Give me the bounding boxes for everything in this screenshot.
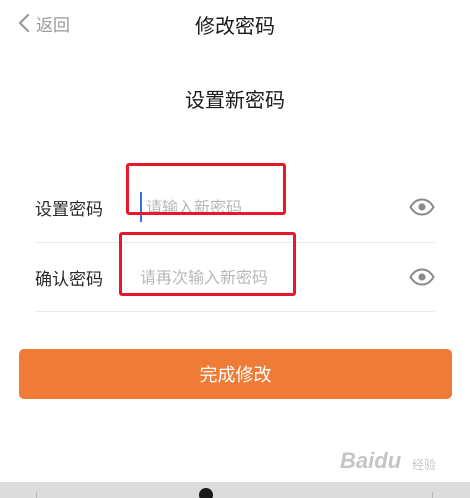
watermark-paw: du bbox=[374, 448, 402, 473]
eye-icon[interactable] bbox=[409, 198, 435, 216]
confirm-password-row: 确认密码 bbox=[35, 242, 435, 312]
bottom-tick bbox=[36, 492, 37, 498]
bottom-tick bbox=[432, 492, 433, 498]
system-bottom-bar bbox=[0, 482, 470, 498]
home-indicator[interactable] bbox=[199, 488, 213, 498]
confirm-password-label: 确认密码 bbox=[35, 269, 103, 290]
new-password-label: 设置密码 bbox=[35, 199, 103, 220]
watermark-sub: 经验 bbox=[412, 458, 437, 472]
watermark-logo: Baidu bbox=[340, 448, 401, 474]
complete-change-button[interactable]: 完成修改 bbox=[19, 349, 452, 399]
new-password-input[interactable] bbox=[140, 192, 409, 222]
section-heading: 设置新密码 bbox=[185, 88, 285, 112]
nav-bar: 返回 修改密码 bbox=[0, 0, 470, 46]
page-title: 修改密码 bbox=[195, 14, 275, 38]
watermark-text: Bai bbox=[340, 448, 375, 473]
eye-icon[interactable] bbox=[409, 268, 435, 286]
new-password-row: 设置密码 bbox=[35, 172, 435, 242]
confirm-password-input[interactable] bbox=[140, 262, 409, 292]
divider bbox=[35, 311, 435, 312]
